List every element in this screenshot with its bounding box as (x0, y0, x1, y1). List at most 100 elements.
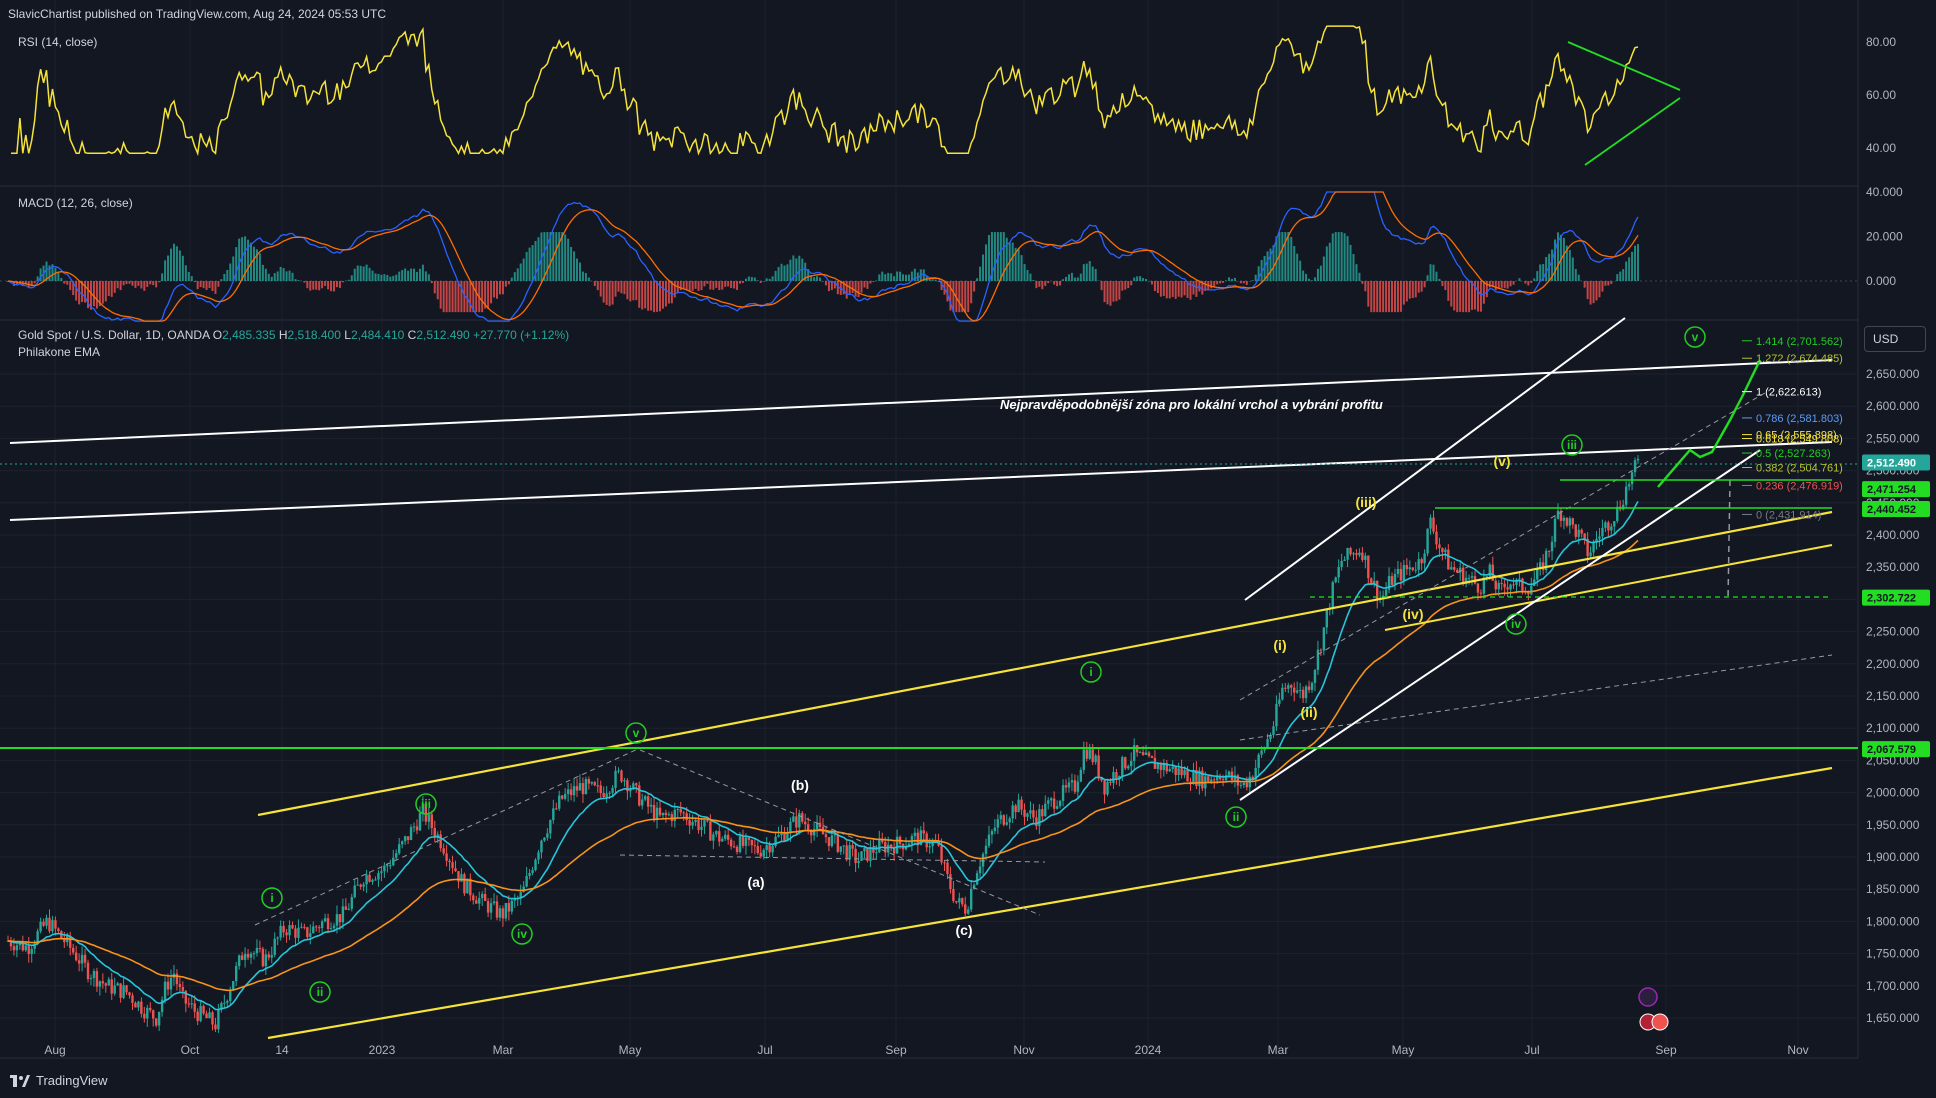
currency-button[interactable]: USD (1864, 326, 1926, 352)
macd-histogram-bar (131, 281, 134, 286)
y-tick-label: 2,400.000 (1866, 528, 1920, 542)
macd-histogram-bar (614, 281, 617, 297)
macd-histogram-bar (1462, 281, 1465, 313)
macd-histogram-bar (993, 232, 996, 281)
macd-histogram-bar (1011, 242, 1014, 281)
candle-body (1310, 682, 1314, 690)
candle-body (1616, 506, 1619, 522)
macd-histogram-bar (1571, 257, 1574, 281)
open-value: 2,485.335 (222, 328, 276, 342)
macd-histogram-bar (1121, 281, 1124, 291)
macd-histogram-bar (445, 281, 448, 313)
candle-body (178, 984, 182, 988)
macd-histogram-bar (33, 281, 36, 284)
macd-histogram-bar (1106, 281, 1109, 305)
symbol-title[interactable]: Gold Spot / U.S. Dollar, 1D, OANDA (18, 328, 209, 342)
macd-histogram-bar (697, 281, 700, 291)
candle-body (80, 954, 84, 964)
fib-level-label: 0 (2,431.914) (1756, 509, 1821, 521)
macd-histogram-bar (753, 277, 756, 281)
macd-histogram-bar (1349, 244, 1352, 281)
macd-histogram-bar (75, 281, 78, 301)
rsi-tick-label: 40.00 (1866, 141, 1896, 155)
macd-histogram-bar (66, 281, 69, 285)
candle-body (1242, 782, 1246, 786)
macd-histogram-bar (1435, 271, 1438, 281)
candle-body (1085, 749, 1088, 759)
macd-histogram-bar (1070, 272, 1073, 281)
candle-body (928, 846, 931, 848)
macd-histogram-bar (1316, 268, 1319, 281)
y-tick-label: 2,250.000 (1866, 625, 1920, 639)
candle-body (1044, 803, 1047, 817)
candle-body (1396, 568, 1400, 574)
macd-histogram-bar (321, 281, 324, 289)
macd-histogram-bar (1482, 281, 1485, 304)
macd-pane (0, 191, 1858, 322)
macd-histogram-bar (581, 271, 584, 281)
chart-canvas[interactable]: Aug Oct 14 2023 Mar May Jul Sep Nov 2024 Mar May Jul… (0, 0, 1936, 1098)
macd-histogram-bar (386, 274, 389, 281)
wave-label: i (1089, 665, 1092, 679)
candle-body (703, 820, 706, 827)
candle-body (1067, 782, 1071, 788)
candle-body (409, 827, 413, 840)
macd-histogram-bar (584, 273, 587, 281)
candle-body (1521, 578, 1524, 591)
macd-histogram-bar (493, 281, 496, 298)
candle-body (359, 884, 362, 887)
macd-histogram-bar (1456, 281, 1459, 313)
macd-histogram-bar (291, 272, 294, 281)
candle-body (154, 1018, 158, 1026)
candle-body (561, 795, 564, 799)
macd-histogram-bar (1032, 279, 1035, 281)
candle-body (104, 983, 107, 986)
price-label-text: 2,440.452 (1867, 504, 1916, 516)
dashed-channel-b (639, 749, 1041, 916)
macd-histogram-bar (155, 281, 158, 288)
fib-level-label: 1 (2,622.613) (1756, 387, 1821, 399)
candle-body (335, 914, 339, 926)
candle-body (1127, 766, 1130, 769)
macd-histogram-bar (1254, 274, 1257, 281)
macd-histogram-bar (1103, 281, 1106, 303)
macd-histogram-bar (1637, 244, 1639, 281)
macd-histogram-bar (762, 281, 765, 282)
macd-histogram-bar (513, 272, 516, 281)
candle-body (507, 902, 511, 912)
macd-histogram-bar (1302, 270, 1305, 281)
candle-body (152, 1010, 155, 1019)
macd-histogram-bar (149, 281, 152, 285)
candle-body (1260, 750, 1263, 755)
macd-histogram-bar (872, 281, 875, 283)
candle-body (1568, 518, 1572, 526)
macd-histogram-bar (1589, 281, 1592, 305)
macd-histogram-bar (1293, 246, 1296, 281)
candle-body (1633, 460, 1637, 473)
candle-body (792, 816, 795, 822)
candle-body (537, 852, 540, 860)
candle-body (700, 826, 703, 831)
macd-histogram-bar (383, 274, 386, 281)
macd-histogram-bar (1180, 281, 1183, 298)
candle-body (581, 783, 585, 795)
rsi-label: RSI (14, close) (18, 35, 98, 49)
macd-histogram-bar (1376, 281, 1379, 313)
candle-body (611, 787, 614, 793)
candle-body (140, 1001, 143, 1014)
candle-body (756, 846, 759, 853)
candle-body (386, 865, 389, 867)
macd-histogram-bar (644, 281, 647, 309)
macd-histogram-bar (1308, 278, 1311, 281)
candle-body (534, 859, 537, 871)
candle-body (433, 827, 436, 838)
macd-histogram-bar (1239, 281, 1242, 284)
candle-body (1005, 822, 1008, 825)
macd-histogram-bar (122, 281, 125, 286)
candle-body (623, 780, 626, 782)
fib-level-label: 0.786 (2,581.803) (1756, 413, 1843, 425)
macd-histogram-bar (747, 276, 750, 281)
candle-body (777, 835, 780, 837)
candle-body (1550, 541, 1554, 552)
candle-body (1239, 785, 1243, 787)
